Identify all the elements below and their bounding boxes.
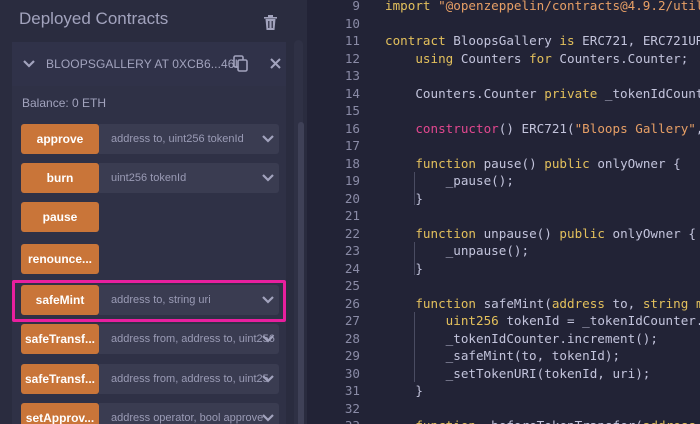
chevron-down-icon[interactable] xyxy=(261,373,275,385)
function-button[interactable]: setApprov... xyxy=(21,403,99,424)
line-number: 29 xyxy=(344,348,360,363)
contract-header[interactable]: BLOOPSGALLERY AT 0XCB6...46I xyxy=(12,42,286,86)
function-row: approve address to, uint256 tokenId xyxy=(21,124,279,156)
code-line: _safeMint(to, tokenId); xyxy=(385,348,621,363)
line-number: 26 xyxy=(344,295,360,311)
line-number: 32 xyxy=(344,400,360,416)
line-number: 31 xyxy=(344,383,360,398)
code-line: function pause() public onlyOwner { xyxy=(415,155,681,171)
line-number: 33 xyxy=(307,418,360,424)
function-button[interactable]: approve xyxy=(21,124,99,154)
line-number: 22 xyxy=(344,225,360,241)
contract-name: BLOOPSGALLERY AT 0XCB6...46I xyxy=(46,57,239,71)
line-number: 24 xyxy=(344,260,360,276)
line-number: 9 xyxy=(352,0,360,13)
code-line: import "@openzeppelin/contracts@4.9.2/ut… xyxy=(385,0,700,13)
code-line: contract BloopsGallery is ERC721, ERC721… xyxy=(385,33,700,48)
function-row: setApprov... address operator, bool appro… xyxy=(21,403,279,424)
function-button[interactable]: burn xyxy=(21,163,99,193)
line-number: 28 xyxy=(344,330,360,346)
code-line: _tokenIdCounter.increment(); xyxy=(385,330,658,346)
chevron-down-icon[interactable] xyxy=(261,333,275,345)
function-button[interactable]: renounce... xyxy=(21,244,99,274)
line-number: 13 xyxy=(344,68,360,83)
balance-label: Balance: 0 ETH xyxy=(22,96,107,110)
function-button[interactable]: safeTransf... xyxy=(21,324,99,354)
function-row: renounce... xyxy=(21,244,99,276)
function-args-input[interactable]: address from, address to, uint25 xyxy=(99,364,279,394)
line-number: 12 xyxy=(344,50,360,66)
function-row: safeTransf... address from, address to, u… xyxy=(21,324,279,356)
chevron-down-icon[interactable] xyxy=(261,172,275,184)
line-number: 11 xyxy=(344,33,360,48)
code-line: uint256 tokenId = _tokenIdCounter.cur xyxy=(445,313,700,328)
code-line: function _beforeTokenTransfer(address fr xyxy=(385,418,700,424)
indent-guide xyxy=(414,242,415,275)
code-line: } xyxy=(385,260,423,276)
code-line: using Counters for Counters.Counter; xyxy=(415,50,689,66)
deployed-contracts-panel: Deployed Contracts BLOOPSGALLERY AT 0XCB… xyxy=(0,0,307,424)
line-number: 17 xyxy=(344,138,360,153)
code-line: _pause(); xyxy=(385,173,514,188)
line-number: 23 xyxy=(344,243,360,258)
highlight-box xyxy=(12,280,286,322)
chevron-down-icon[interactable] xyxy=(22,57,36,71)
function-args-input[interactable]: address operator, bool approve xyxy=(99,403,279,424)
line-number: 16 xyxy=(344,120,360,136)
code-line: } xyxy=(385,383,423,398)
code-line: _setTokenURI(tokenId, uri); xyxy=(385,365,651,381)
close-icon[interactable] xyxy=(270,58,281,69)
trash-icon[interactable] xyxy=(264,15,277,30)
chevron-down-icon[interactable] xyxy=(261,412,275,424)
code-line: function safeMint(address to, string mem… xyxy=(415,295,700,311)
line-number: 18 xyxy=(344,155,360,171)
indent-guide xyxy=(414,312,415,382)
function-row: safeTransf... address from, address to, u… xyxy=(21,364,279,396)
indent-guide xyxy=(414,172,415,205)
code-line: _unpause(); xyxy=(385,243,530,258)
function-button[interactable]: safeTransf... xyxy=(21,364,99,394)
panel-title: Deployed Contracts xyxy=(19,9,169,28)
line-number: 10 xyxy=(344,15,360,31)
code-editor[interactable]: 9 import "@openzeppelin/contracts@4.9.2/u… xyxy=(307,0,700,424)
line-number: 27 xyxy=(344,313,360,328)
line-number: 25 xyxy=(344,278,360,293)
function-row: burn uint256 tokenId xyxy=(21,163,279,195)
line-number: 30 xyxy=(344,365,360,381)
function-row: pause xyxy=(21,202,99,234)
copy-icon[interactable] xyxy=(233,55,248,72)
chevron-down-icon[interactable] xyxy=(261,133,275,145)
code-line: Counters.Counter private _tokenIdCounter… xyxy=(385,85,700,101)
function-button[interactable]: pause xyxy=(21,202,99,232)
function-args-input[interactable]: uint256 tokenId xyxy=(99,163,279,193)
line-number: 20 xyxy=(344,190,360,206)
function-args-input[interactable]: address from, address to, uint256 xyxy=(99,324,279,354)
scrollbar-thumb[interactable] xyxy=(298,122,304,424)
code-line: constructor() ERC721("Bloops Gallery", "… xyxy=(415,120,700,136)
line-number: 14 xyxy=(344,85,360,101)
line-number: 19 xyxy=(344,173,360,188)
function-args-input[interactable]: address to, uint256 tokenId xyxy=(99,124,279,154)
code-line: } xyxy=(385,190,423,206)
line-number: 15 xyxy=(344,103,360,118)
line-number: 21 xyxy=(344,208,360,223)
code-line: function unpause() public onlyOwner { xyxy=(415,225,696,241)
